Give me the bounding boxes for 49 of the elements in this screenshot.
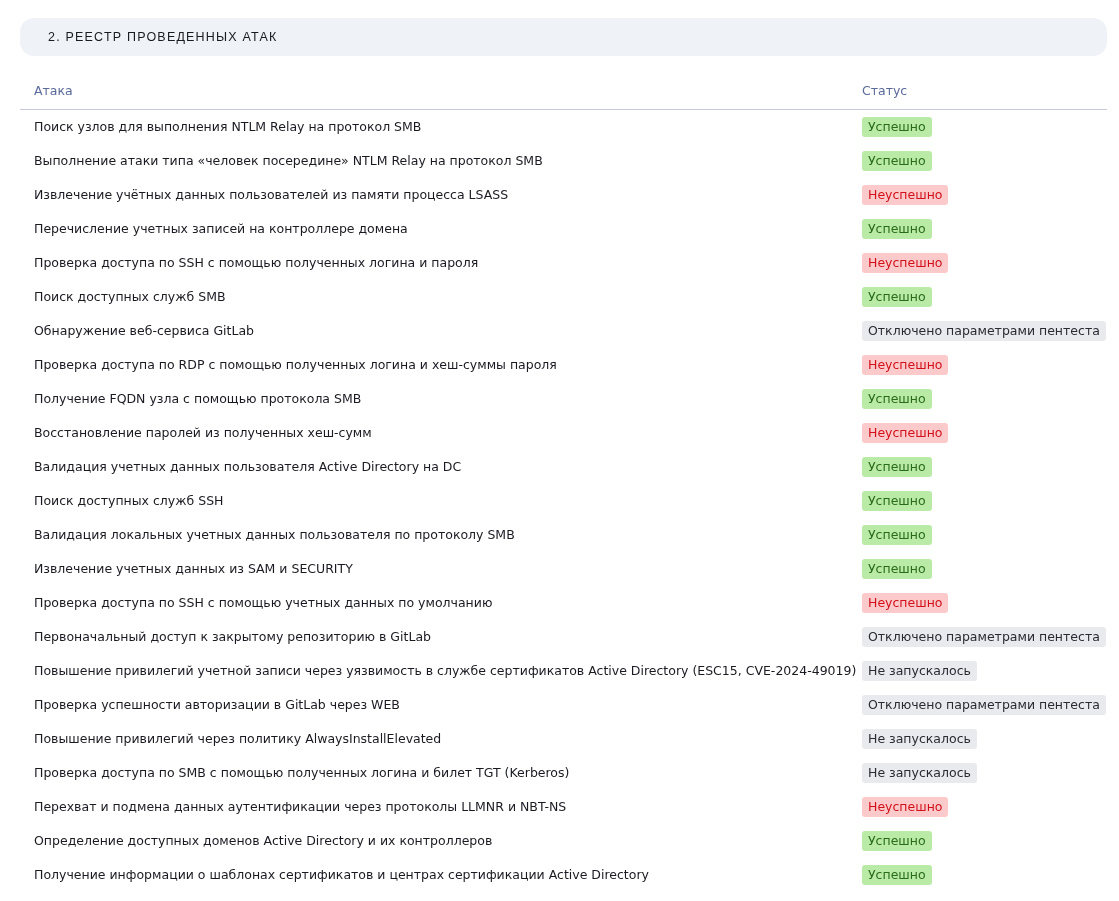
status-badge: Отключено параметрами пентеста <box>862 626 1106 648</box>
status-badge: Отключено параметрами пентеста <box>862 694 1106 716</box>
status-badge: Не запускалось <box>862 660 977 682</box>
status-badge: Успешно <box>862 830 932 852</box>
attack-name: Получение FQDN узла с помощью протокола SMB <box>34 389 363 408</box>
status-badge: Успешно <box>862 150 932 172</box>
attack-name: Проверка доступа по RDP с помощью полученных логина и хеш-суммы пароля <box>34 355 558 374</box>
status-badge: Успешно <box>862 388 932 410</box>
attack-name: Повышение привилегий учетной записи через уязвимость в службе сертификатов Active Directory (ESC15, CVE-2024-49019) <box>34 661 858 680</box>
column-header: Атака <box>34 82 74 100</box>
status-badge: Успешно <box>862 490 932 512</box>
status-badge: Успешно <box>862 456 932 478</box>
attack-name: Выполнение атаки типа «человек посередине» NTLM Relay на протокол SMB <box>34 151 544 170</box>
status-badge: Неуспешно <box>862 592 949 614</box>
status-badge: Успешно <box>862 116 932 138</box>
status-badge: Успешно <box>862 286 932 308</box>
status-badge: Неуспешно <box>862 184 949 206</box>
attack-name: Валидация учетных данных пользователя Active Directory на DC <box>34 457 463 476</box>
status-badge: Не запускалось <box>862 762 977 784</box>
attack-name: Проверка доступа по SMB с помощью полученных логина и билет TGT (Kerberos) <box>34 763 571 782</box>
status-badge: Успешно <box>862 864 932 886</box>
attack-name: Извлечение учетных данных из SAM и SECURITY <box>34 559 354 578</box>
status-badge: Успешно <box>862 218 932 240</box>
attack-name: Проверка доступа по SSH с помощью полученных логина и пароля <box>34 253 480 272</box>
attack-name: Восстановление паролей из полученных хеш-сумм <box>34 423 373 442</box>
attack-name: Перехват и подмена данных аутентификации через протоколы LLMNR и NBT-NS <box>34 797 568 816</box>
attack-name: Извлечение учётных данных пользователей из памяти процесса LSASS <box>34 185 510 204</box>
attack-name: Поиск узлов для выполнения NTLM Relay на протокол SMB <box>34 117 423 136</box>
attack-name: Поиск доступных служб SMB <box>34 287 227 306</box>
attack-name: Первоначальный доступ к закрытому репозиторию в GitLab <box>34 627 432 646</box>
status-badge: Не запускалось <box>862 728 977 750</box>
status-badge: Успешно <box>862 558 932 580</box>
status-badge: Неуспешно <box>862 796 949 818</box>
column-header: Статус <box>862 82 908 100</box>
status-badge: Успешно <box>862 524 932 546</box>
attack-name: Проверка доступа по SSH с помощью учетных данных по умолчанию <box>34 593 494 612</box>
attack-name: Валидация локальных учетных данных пользователя по протоколу SMB <box>34 525 516 544</box>
status-badge: Неуспешно <box>862 354 949 376</box>
status-badge: Отключено параметрами пентеста <box>862 320 1106 342</box>
attack-name: Повышение привилегий через политику AlwaysInstallElevated <box>34 729 443 748</box>
status-badge: Неуспешно <box>862 252 949 274</box>
attack-name: Обнаружение веб-сервиса GitLab <box>34 321 255 340</box>
attack-name: Перечисление учетных записей на контроллере домена <box>34 219 409 238</box>
section-title: 2. РЕЕСТР ПРОВЕДЕННЫХ АТАК <box>48 28 278 46</box>
attack-name: Получение информации о шаблонах сертификатов и центрах сертификации Active Directory <box>34 865 650 884</box>
attack-name: Проверка успешности авторизации в GitLab через WEB <box>34 695 401 714</box>
attack-name: Определение доступных доменов Active Directory и их контроллеров <box>34 831 494 850</box>
status-badge: Неуспешно <box>862 422 949 444</box>
attack-name: Поиск доступных служб SSH <box>34 491 225 510</box>
